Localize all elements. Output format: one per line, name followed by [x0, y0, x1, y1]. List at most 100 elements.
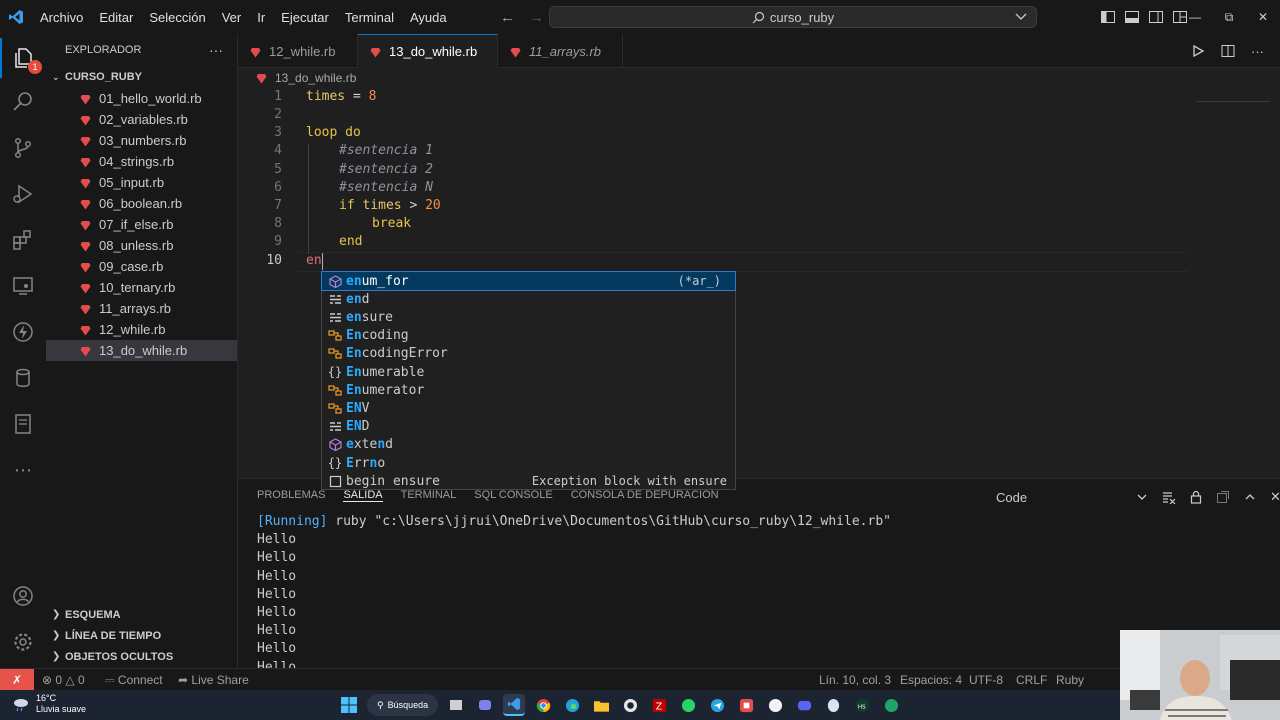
tab-12-while[interactable]: 12_while.rb	[238, 34, 358, 68]
file-item[interactable]: 03_numbers.rb	[46, 130, 237, 151]
task-view-icon[interactable]	[445, 694, 467, 716]
database-activity[interactable]	[0, 358, 46, 398]
menu-terminal[interactable]: Terminal	[337, 10, 402, 25]
suggestion-item[interactable]: En coding	[322, 327, 735, 345]
section-esquema[interactable]: ❯ ESQUEMA	[46, 604, 238, 625]
connect-status[interactable]: ⎓ Connect	[105, 669, 163, 691]
tab-sql-console[interactable]: SQL CONSOLE	[474, 489, 552, 502]
chevron-down-icon[interactable]	[1014, 8, 1028, 26]
problems-status[interactable]: ⊗ 0 △ 0	[42, 669, 85, 691]
file-item[interactable]: 01_hello_world.rb	[46, 88, 237, 109]
restore-icon[interactable]: ⧉	[1212, 10, 1246, 25]
tab-11-arrays[interactable]: 11_arrays.rb	[498, 34, 623, 68]
split-editor-icon[interactable]	[1221, 44, 1235, 58]
file-item[interactable]: 04_strings.rb	[46, 151, 237, 172]
command-center-search[interactable]: curso_ruby	[549, 6, 1037, 28]
notebook-activity[interactable]	[0, 404, 46, 444]
chrome-icon[interactable]	[532, 694, 554, 716]
end-of-line[interactable]: CRLF	[1016, 669, 1047, 691]
more-activity[interactable]: ⋯	[0, 450, 46, 490]
language-mode[interactable]: Ruby	[1056, 669, 1084, 691]
minimap[interactable]	[1196, 92, 1270, 102]
search-activity[interactable]	[0, 82, 46, 122]
suggestion-item[interactable]: En codingError	[322, 345, 735, 363]
weather-widget[interactable]: 16°C Lluvia suave	[12, 693, 86, 715]
filezilla-icon[interactable]: Z	[648, 694, 670, 716]
encoding[interactable]: UTF-8	[969, 669, 1003, 691]
source-control-activity[interactable]	[0, 128, 46, 168]
menu-ir[interactable]: Ir	[249, 10, 273, 25]
folder-curso-ruby[interactable]: ⌄ CURSO_RUBY	[46, 66, 237, 88]
windows-start-icon[interactable]	[338, 694, 360, 716]
clear-output-icon[interactable]	[1162, 490, 1176, 504]
tab-salida[interactable]: SALIDA	[343, 489, 383, 502]
output-console[interactable]: [Running] ruby "c:\Users\jjrui\OneDrive\…	[257, 513, 891, 677]
section-linea-de-tiempo[interactable]: ❯ LÍNEA DE TIEMPO	[46, 625, 238, 646]
teams-chat-icon[interactable]	[474, 694, 496, 716]
edge-icon[interactable]	[561, 694, 583, 716]
toggle-panel-icon[interactable]	[1124, 9, 1140, 25]
forward-arrow-icon[interactable]: →	[529, 9, 544, 26]
run-icon[interactable]	[1191, 44, 1205, 58]
file-item[interactable]: 08_unless.rb	[46, 235, 237, 256]
remote-explorer-activity[interactable]	[0, 266, 46, 306]
suggestion-item[interactable]: EN V	[322, 399, 735, 417]
suggestion-item[interactable]: begin ensure Exception block with ensure	[322, 472, 735, 490]
discord-icon[interactable]	[793, 694, 815, 716]
file-item[interactable]: 10_ternary.rb	[46, 277, 237, 298]
file-item-selected[interactable]: 13_do_while.rb	[46, 340, 237, 361]
suggestion-item[interactable]: EN D	[322, 418, 735, 436]
open-editor-icon[interactable]	[1216, 490, 1230, 504]
suggestion-item[interactable]: en sure	[322, 308, 735, 326]
accounts-activity[interactable]	[0, 576, 46, 616]
toggle-sidebar-icon[interactable]	[1100, 9, 1116, 25]
file-item[interactable]: 07_if_else.rb	[46, 214, 237, 235]
whatsapp-icon[interactable]	[677, 694, 699, 716]
suggestion-item[interactable]: en d	[322, 290, 735, 308]
section-objetos-ocultos[interactable]: ❯ OBJETOS OCULTOS	[46, 646, 238, 667]
suggestion-item[interactable]: e xte n d	[322, 436, 735, 454]
manage-activity[interactable]	[0, 622, 46, 662]
autocomplete-widget[interactable]: en um_for (*ar_) en d en sure En coding En co…	[321, 270, 736, 490]
taskbar-search[interactable]: ⚲ Búsqueda	[367, 694, 439, 716]
hs-app-icon[interactable]: HS	[851, 694, 873, 716]
github-icon[interactable]	[619, 694, 641, 716]
green-app-icon[interactable]	[880, 694, 902, 716]
minimize-icon[interactable]: —	[1178, 10, 1212, 24]
explorer-activity[interactable]: 1	[0, 38, 46, 78]
white-app-icon[interactable]	[764, 694, 786, 716]
tab-13-do-while[interactable]: 13_do_while.rb	[358, 34, 498, 68]
red-app-icon[interactable]	[735, 694, 757, 716]
run-debug-activity[interactable]	[0, 174, 46, 214]
menu-archivo[interactable]: Archivo	[32, 10, 91, 25]
suggestion-item[interactable]: {} En umerable	[322, 363, 735, 381]
pgadmin-icon[interactable]	[822, 694, 844, 716]
cursor-position[interactable]: Lín. 10, col. 3	[819, 669, 891, 691]
file-item[interactable]: 06_boolean.rb	[46, 193, 237, 214]
suggestion-item[interactable]: {} Err n o	[322, 454, 735, 472]
thunder-client-activity[interactable]	[0, 312, 46, 352]
file-item[interactable]: 05_input.rb	[46, 172, 237, 193]
vscode-taskbar-icon[interactable]	[503, 694, 526, 716]
file-item[interactable]: 12_while.rb	[46, 319, 237, 340]
back-arrow-icon[interactable]: ←	[500, 9, 515, 26]
suggestion-item[interactable]: En umerator	[322, 381, 735, 399]
more-actions-icon[interactable]: ···	[209, 42, 223, 58]
menu-seleccion[interactable]: Selección	[141, 10, 213, 25]
file-item[interactable]: 02_variables.rb	[46, 109, 237, 130]
file-explorer-icon[interactable]	[590, 694, 612, 716]
menu-ver[interactable]: Ver	[214, 10, 250, 25]
file-item[interactable]: 09_case.rb	[46, 256, 237, 277]
output-channel-select[interactable]: Code	[996, 490, 1122, 505]
telegram-icon[interactable]	[706, 694, 728, 716]
chevron-down-icon[interactable]	[1136, 491, 1148, 503]
tab-problemas[interactable]: PROBLEMAS	[257, 489, 325, 502]
tab-terminal[interactable]: TERMINAL	[401, 489, 457, 502]
tab-consola-depuracion[interactable]: CONSOLA DE DEPURACIÓN	[571, 489, 719, 502]
lock-icon[interactable]	[1190, 490, 1202, 504]
suggestion-item[interactable]: en um_for (*ar_)	[321, 270, 736, 292]
chevron-up-icon[interactable]	[1244, 491, 1256, 503]
file-item[interactable]: 11_arrays.rb	[46, 298, 237, 319]
breadcrumb[interactable]: 13_do_while.rb	[238, 68, 356, 88]
close-panel-icon[interactable]: ✕	[1270, 489, 1280, 505]
